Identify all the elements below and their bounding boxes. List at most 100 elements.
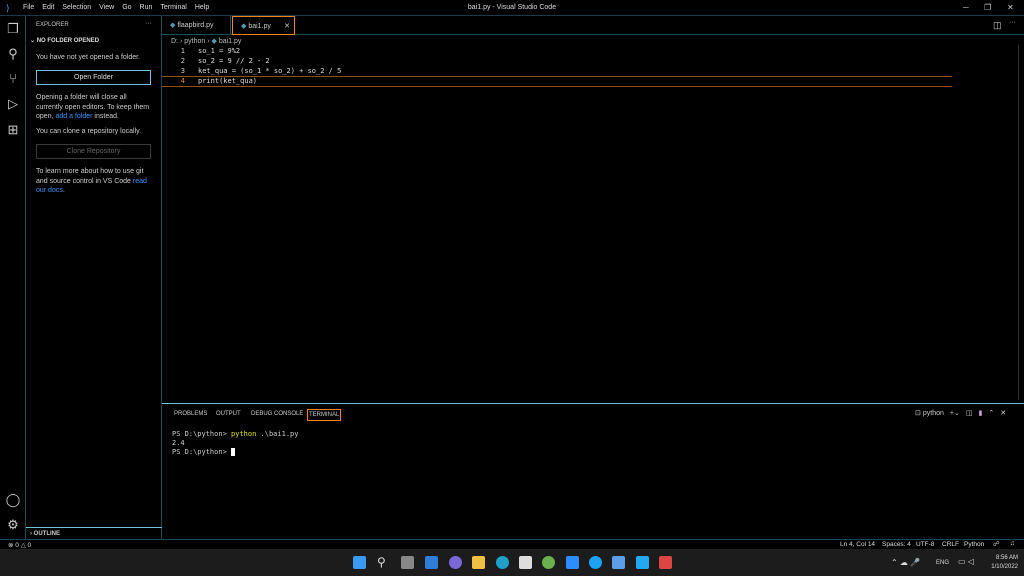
current-line-border-top: [162, 76, 952, 77]
python-file-icon: ◆: [170, 22, 176, 29]
section-title: NO FOLDER OPENED: [36, 38, 100, 44]
crumb-folder[interactable]: python: [184, 38, 205, 45]
add-folder-link[interactable]: add a folder: [55, 113, 92, 120]
line-number: 2: [180, 57, 185, 65]
language-mode[interactable]: Python: [964, 541, 984, 548]
tray-tray-chevron-icon[interactable]: ⌃ ☁ 🎤: [891, 558, 920, 567]
crumb-drive[interactable]: D:: [171, 38, 178, 45]
edge-icon[interactable]: [496, 556, 509, 569]
more-actions-icon[interactable]: ···: [145, 20, 152, 27]
code-line[interactable]: ket_qua = (so_1 * so_2) + so_2 / 5: [198, 67, 341, 75]
tab-bai1[interactable]: ◆ bai1.py ✕: [232, 16, 295, 35]
trash-icon[interactable]: ▮: [978, 409, 982, 417]
close-tab-icon[interactable]: ✕: [284, 17, 290, 36]
outline-title: OUTLINE: [33, 531, 61, 537]
line-number: 4: [180, 77, 185, 85]
minimize-icon[interactable]: ─: [963, 3, 969, 12]
search-icon[interactable]: ⚲: [5, 46, 21, 62]
notifications-bell-icon[interactable]: ♫: [1010, 540, 1015, 547]
zoom-icon[interactable]: [566, 556, 579, 569]
tab-label: bai1.py: [248, 23, 271, 30]
tab-debug-console[interactable]: DEBUG CONSOLE: [250, 409, 304, 419]
input-language[interactable]: ENG: [936, 560, 949, 566]
maximize-panel-icon[interactable]: ⌃: [988, 409, 994, 417]
open-folder-button[interactable]: Open Folder: [36, 70, 151, 85]
status-bar: ⊗ 0 △ 0 Ln 4, Col 14 Spaces: 4 UTF-8 CRL…: [0, 539, 1024, 549]
note-text: Opening a folder will close all currentl…: [36, 94, 150, 120]
no-folder-message: You have not yet opened a folder.: [36, 54, 141, 61]
close-window-icon[interactable]: ✕: [1007, 3, 1014, 12]
settings-gear-icon[interactable]: ⚙: [5, 517, 21, 533]
tab-flaapbird[interactable]: ◆ flaapbird.py: [162, 16, 231, 35]
command: python: [231, 430, 257, 438]
code-line[interactable]: so_1 = 9%2: [198, 47, 240, 55]
line-number: 3: [180, 67, 185, 75]
note-text-end: instead.: [94, 113, 119, 120]
prompt: PS D:\python>: [172, 430, 232, 438]
open-folder-note: Opening a folder will close all currentl…: [36, 93, 154, 122]
new-terminal-icon[interactable]: +⌄: [950, 409, 960, 417]
network-volume-icon[interactable]: ▭ ◁: [958, 557, 974, 566]
code-line[interactable]: so_2 = 9 // 2 - 2: [198, 57, 270, 65]
run-debug-icon[interactable]: ▷: [5, 96, 21, 112]
editor-scrollbar[interactable]: [1018, 45, 1024, 400]
terminal-icon: ⊡: [915, 410, 921, 417]
tab-problems[interactable]: PROBLEMS: [173, 409, 208, 419]
clone-repository-button[interactable]: Clone Repository: [36, 144, 151, 159]
activity-bar: ❐ ⚲ ⑂ ▷ ⊞ ◯ ⚙: [0, 16, 26, 539]
prompt: PS D:\python>: [172, 448, 232, 456]
clock-date[interactable]: 1/10/2022: [984, 564, 1018, 570]
note-period: .: [62, 187, 65, 194]
code-line[interactable]: print(ket_qua): [198, 77, 257, 85]
task-view-icon[interactable]: [401, 556, 414, 569]
split-terminal-icon[interactable]: ◫: [966, 409, 973, 417]
terminal-shell-select[interactable]: python: [923, 410, 944, 417]
app-icon[interactable]: [542, 556, 555, 569]
tab-terminal[interactable]: TERMINAL: [307, 409, 342, 421]
extensions-icon[interactable]: ⊞: [5, 122, 21, 138]
terminal-line[interactable]: PS D:\python>: [172, 448, 236, 456]
vscode-taskbar-icon[interactable]: [636, 556, 649, 569]
python-file-icon: ◆: [211, 38, 217, 45]
terminal-line[interactable]: PS D:\python> python .\bai1.py: [172, 430, 298, 438]
git-learn-note: To learn more about how to use git and s…: [36, 167, 154, 196]
maximize-icon[interactable]: ❐: [984, 3, 991, 12]
note-text: To learn more about how to use git and s…: [36, 168, 144, 185]
app-icon[interactable]: [612, 556, 625, 569]
split-editor-icon[interactable]: ◫: [993, 20, 1002, 31]
clock-time[interactable]: 8:56 AM: [988, 555, 1018, 561]
explorer-sidebar: EXPLORER ··· ⌄ NO FOLDER OPENED You have…: [26, 16, 162, 539]
close-panel-icon[interactable]: ✕: [1000, 409, 1006, 417]
line-ending[interactable]: CRLF: [942, 541, 959, 548]
file-explorer-icon[interactable]: [472, 556, 485, 569]
terminal-output: 2.4: [172, 439, 185, 447]
error-count: 0: [15, 542, 19, 549]
indentation[interactable]: Spaces: 4: [882, 541, 911, 548]
window-title: bai1.py - Visual Studio Code: [467, 4, 557, 11]
terminal-panel: PROBLEMS OUTPUT DEBUG CONSOLE TERMINAL ⊡…: [162, 403, 1024, 539]
python-file-icon: ◆: [241, 23, 247, 30]
widgets-icon[interactable]: [425, 556, 438, 569]
source-control-icon[interactable]: ⑂: [5, 71, 21, 87]
warning-count: 0: [27, 542, 32, 549]
feedback-icon[interactable]: ☍: [993, 540, 1000, 548]
teams-chat-icon[interactable]: [449, 556, 462, 569]
crumb-file[interactable]: bai1.py: [219, 38, 242, 45]
cursor: [231, 448, 236, 456]
problems-status[interactable]: ⊗ 0 △ 0: [8, 541, 31, 549]
no-folder-section[interactable]: ⌄ NO FOLDER OPENED: [30, 37, 99, 44]
start-icon[interactable]: [353, 556, 366, 569]
more-actions-icon[interactable]: ···: [1009, 19, 1016, 26]
clone-message: You can clone a repository locally.: [36, 128, 142, 135]
store-icon[interactable]: [519, 556, 532, 569]
tab-output[interactable]: OUTPUT: [215, 409, 242, 419]
search-icon[interactable]: ⚲: [377, 556, 390, 569]
explorer-icon[interactable]: ❐: [5, 21, 21, 37]
encoding[interactable]: UTF-8: [916, 541, 934, 548]
explorer-header: EXPLORER: [36, 22, 69, 28]
cursor-position[interactable]: Ln 4, Col 14: [840, 541, 875, 548]
skype-icon[interactable]: [589, 556, 602, 569]
account-icon[interactable]: ◯: [5, 492, 21, 508]
app-icon[interactable]: [659, 556, 672, 569]
current-line-border-bottom: [162, 86, 952, 87]
